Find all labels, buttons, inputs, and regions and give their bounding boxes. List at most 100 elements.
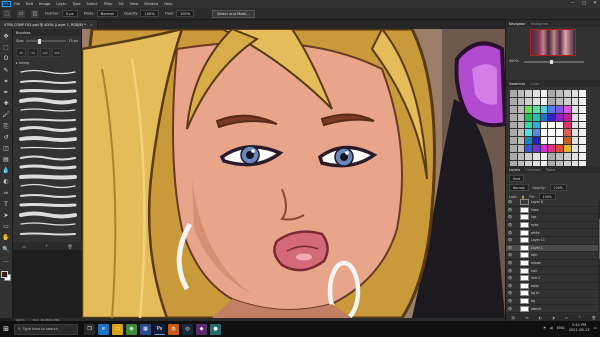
color-swatch[interactable] xyxy=(556,113,563,121)
layer-row[interactable]: 👁 hair xyxy=(506,267,598,275)
color-swatch[interactable] xyxy=(510,105,517,113)
visibility-eye-icon[interactable]: 👁 xyxy=(506,200,514,204)
app-icon[interactable]: ◆ xyxy=(196,323,207,335)
color-swatch[interactable] xyxy=(540,121,548,129)
color-swatch[interactable] xyxy=(517,129,525,137)
color-swatch[interactable] xyxy=(525,137,533,145)
color-swatch[interactable] xyxy=(563,97,571,105)
firefox-icon[interactable]: ◍ xyxy=(168,323,179,335)
tab-navigator[interactable]: Navigator xyxy=(509,22,526,26)
brush-preset[interactable]: 30 xyxy=(16,48,26,57)
visibility-eye-icon[interactable]: 👁 xyxy=(506,276,514,280)
close-window-icon[interactable]: ✕ xyxy=(593,1,597,6)
menu-select[interactable]: Select xyxy=(87,2,98,6)
color-swatch[interactable] xyxy=(571,90,579,97)
layer-row[interactable]: 👁 bg fx xyxy=(506,290,598,298)
tab-histogram[interactable]: Histogram xyxy=(531,22,549,26)
foreground-color-swatch[interactable] xyxy=(1,270,8,278)
color-swatch[interactable] xyxy=(548,153,556,161)
color-swatch[interactable] xyxy=(510,145,517,153)
brush-tool-icon[interactable]: 🖌 xyxy=(2,111,11,119)
layer-opacity-input[interactable]: 100% xyxy=(549,184,567,191)
link-layers-icon[interactable]: ⛓ xyxy=(511,316,516,320)
brush-preset-stroke[interactable] xyxy=(19,105,77,115)
color-swatch[interactable] xyxy=(533,121,540,129)
brush-preset-stroke[interactable] xyxy=(19,115,77,125)
clock[interactable]: 2:41 PM 2021-08-13 xyxy=(569,323,590,333)
menu-window[interactable]: Window xyxy=(144,2,158,6)
brush-preset-stroke[interactable] xyxy=(19,86,77,96)
eraser-tool-icon[interactable]: ◫ xyxy=(2,145,11,153)
lock-icon[interactable]: 🔒 xyxy=(521,195,525,199)
color-swatch[interactable] xyxy=(563,90,571,97)
color-swatch[interactable] xyxy=(579,137,586,145)
add-mask-icon[interactable]: ◐ xyxy=(539,316,542,320)
chrome-icon[interactable]: ◉ xyxy=(126,323,137,335)
visibility-eye-icon[interactable]: 👁 xyxy=(506,269,514,273)
color-swatch[interactable] xyxy=(510,90,517,97)
eyedropper-tool-icon[interactable]: ✒ xyxy=(2,89,11,97)
color-swatch[interactable] xyxy=(517,145,525,153)
brush-preset-stroke[interactable] xyxy=(19,162,77,172)
menu-edit[interactable]: Edit xyxy=(26,2,33,6)
color-swatch[interactable] xyxy=(540,90,548,97)
color-swatch[interactable] xyxy=(533,129,540,137)
menu-type[interactable]: Type xyxy=(72,2,80,6)
tab-channels[interactable]: Channels xyxy=(525,168,541,172)
color-swatch[interactable] xyxy=(571,145,579,153)
layer-row[interactable]: 👁 Layer 1 xyxy=(506,244,598,253)
navigator-zoom-knob[interactable] xyxy=(550,59,553,64)
layer-row[interactable]: 👁 Layer 8 xyxy=(506,199,598,207)
brush-preset[interactable]: 120 xyxy=(40,48,50,57)
shape-tool-icon[interactable]: ▭ xyxy=(2,223,11,231)
color-swatches[interactable] xyxy=(1,270,11,281)
color-swatch[interactable] xyxy=(548,97,556,105)
network-icon[interactable]: ◔ xyxy=(543,326,546,330)
explorer-icon[interactable]: ▭ xyxy=(112,323,123,335)
document-canvas[interactable] xyxy=(82,29,505,318)
tab-swatches[interactable]: Swatches xyxy=(509,82,525,86)
color-swatch[interactable] xyxy=(540,105,548,113)
brush-size-slider[interactable] xyxy=(26,38,67,44)
brush-preset-stroke[interactable] xyxy=(19,96,77,106)
menu-layer[interactable]: Layer xyxy=(56,2,66,6)
brush-preset-stroke[interactable] xyxy=(19,172,77,182)
opacity-input[interactable]: 100% xyxy=(140,10,159,17)
layer-row[interactable]: 👁 shade xyxy=(506,260,598,268)
windows-start-icon[interactable]: ⊞ xyxy=(0,321,12,337)
navigator-thumbnail[interactable] xyxy=(530,29,576,56)
quick-select-tool-icon[interactable]: ✎ xyxy=(2,67,11,75)
color-swatch[interactable] xyxy=(579,121,586,129)
brush-preset-stroke[interactable] xyxy=(19,219,77,229)
color-swatch[interactable] xyxy=(563,129,571,137)
select-and-mask-button[interactable]: Select and Mask... xyxy=(212,10,255,18)
color-swatch[interactable] xyxy=(525,129,533,137)
menu-view[interactable]: View xyxy=(130,2,139,6)
visibility-eye-icon[interactable]: 👁 xyxy=(506,291,514,295)
brush-preset-stroke[interactable] xyxy=(19,134,77,144)
navigator-zoom-slider[interactable] xyxy=(524,61,584,63)
brush-preset-stroke[interactable] xyxy=(19,143,77,153)
brush-preset-stroke[interactable] xyxy=(19,124,77,134)
new-selection-icon[interactable]: ▭ xyxy=(17,9,25,18)
layer-row[interactable]: 👁 skin xyxy=(506,252,598,260)
color-swatch[interactable] xyxy=(579,153,586,161)
layer-row[interactable]: 👁 bg xyxy=(506,298,598,306)
dodge-tool-icon[interactable]: ◐ xyxy=(2,178,11,186)
history-brush-tool-icon[interactable]: ↺ xyxy=(2,134,11,142)
color-swatch[interactable] xyxy=(579,105,586,113)
color-swatch[interactable] xyxy=(548,90,556,97)
color-swatch[interactable] xyxy=(510,97,517,105)
color-swatch[interactable] xyxy=(563,137,571,145)
color-swatch[interactable] xyxy=(571,137,579,145)
brush-preset-stroke[interactable] xyxy=(19,229,77,239)
menu-file[interactable]: File xyxy=(14,2,20,6)
photoshop-icon[interactable]: Ps xyxy=(154,323,165,335)
color-swatch[interactable] xyxy=(517,90,525,97)
color-swatch[interactable] xyxy=(525,153,533,161)
visibility-eye-icon[interactable]: 👁 xyxy=(506,307,514,311)
brush-size-knob[interactable] xyxy=(38,38,42,44)
tab-color[interactable]: Color xyxy=(530,82,539,86)
color-swatch[interactable] xyxy=(548,105,556,113)
brush-preset-stroke[interactable] xyxy=(19,200,77,210)
